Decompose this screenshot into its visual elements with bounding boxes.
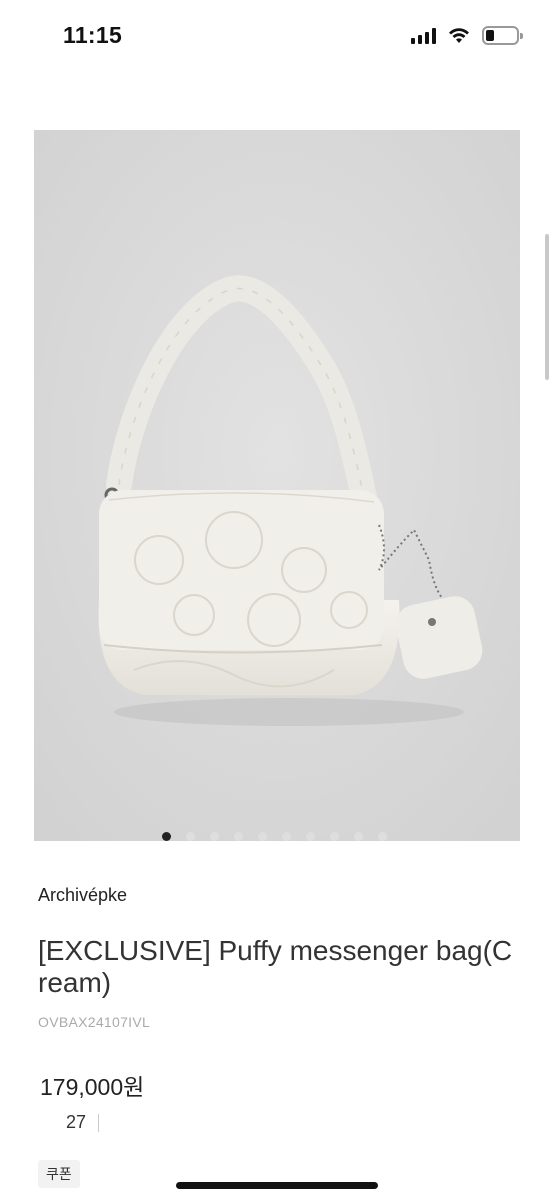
- status-time: 11:15: [63, 22, 123, 48]
- carousel-dot[interactable]: [162, 832, 171, 841]
- product-title: [EXCLUSIVE] Puffy messenger bag(Cream): [38, 935, 513, 998]
- coupon-badge[interactable]: 쿠폰: [38, 1160, 80, 1188]
- carousel-dot[interactable]: [282, 832, 291, 841]
- carousel-dot[interactable]: [234, 832, 243, 841]
- product-image[interactable]: [34, 130, 520, 841]
- status-icons: [411, 26, 523, 45]
- brand-name[interactable]: Archivépke: [38, 885, 127, 906]
- carousel-dot[interactable]: [186, 832, 195, 841]
- carousel-dot[interactable]: [306, 832, 315, 841]
- carousel-dot[interactable]: [378, 832, 387, 841]
- home-indicator[interactable]: [176, 1182, 378, 1189]
- carousel-dot[interactable]: [330, 832, 339, 841]
- wifi-icon: [449, 28, 469, 43]
- product-price: 179,000원: [40, 1074, 145, 1100]
- battery-icon: [482, 26, 523, 45]
- scroll-indicator[interactable]: [545, 234, 549, 380]
- likes-row: 27: [66, 1112, 100, 1133]
- carousel-dot[interactable]: [210, 832, 219, 841]
- carousel-dot[interactable]: [258, 832, 267, 841]
- divider: [98, 1113, 100, 1132]
- cellular-signal-icon: [411, 27, 436, 44]
- likes-count: 27: [66, 1112, 87, 1132]
- carousel-dots: [162, 832, 387, 841]
- bag-illustration: [34, 130, 520, 841]
- carousel-dot[interactable]: [354, 832, 363, 841]
- product-code: OVBAX24107IVL: [38, 1014, 151, 1030]
- status-bar: 11:15: [0, 0, 555, 80]
